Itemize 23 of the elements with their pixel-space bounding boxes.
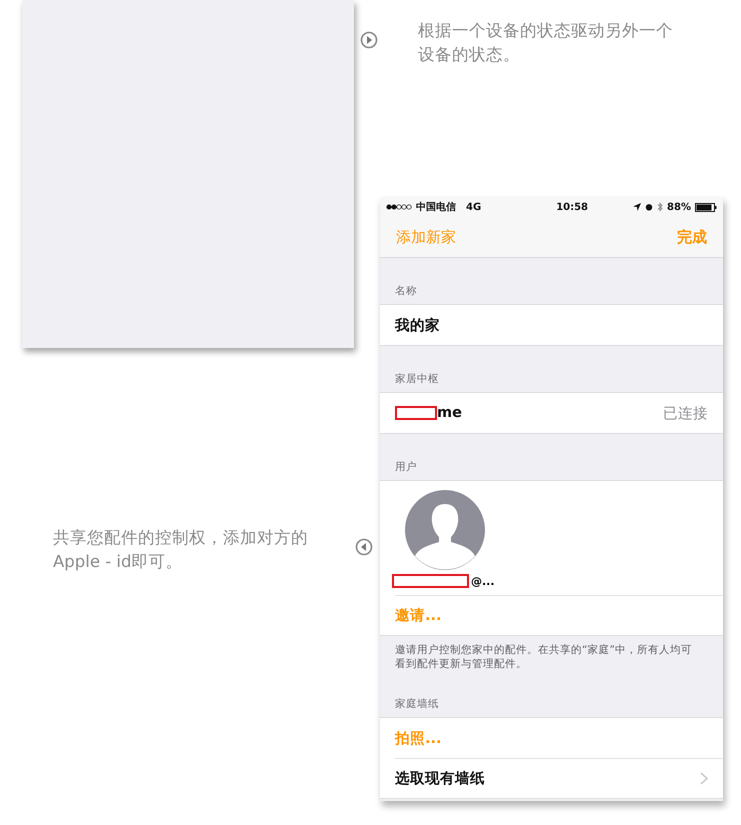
hub-name: me bbox=[437, 405, 462, 421]
battery-percent: 88% bbox=[667, 202, 691, 212]
section-header: 名称 bbox=[394, 284, 418, 299]
caption-text: 根据一个设备的状态驱动另外一个设备的状态。 bbox=[418, 20, 674, 66]
chevron-icon bbox=[700, 772, 708, 785]
section-header: 家庭墙纸 bbox=[394, 697, 440, 712]
avatar-icon bbox=[405, 490, 485, 570]
network: 4G bbox=[466, 202, 482, 212]
caption-text: 共享您配件的控制权，添加对方的Apple - id即可。 bbox=[53, 527, 309, 573]
section-footer: 邀请用户控制您家中的配件。在共享的“家庭”中，所有人均可看到配件更新与管理配件。 bbox=[380, 636, 723, 671]
battery-icon bbox=[694, 202, 717, 212]
nav-title-button[interactable]: 添加新家 bbox=[396, 228, 456, 246]
section-header: 家居中枢 bbox=[394, 372, 440, 387]
carrier: 中国电信 bbox=[416, 200, 456, 214]
home-name: 我的家 bbox=[395, 316, 440, 334]
done-button[interactable]: 完成 bbox=[677, 228, 707, 246]
clock: 10:58 bbox=[556, 202, 588, 212]
user-email: @... bbox=[471, 574, 495, 588]
signal-icon bbox=[386, 204, 412, 210]
location-icon bbox=[633, 203, 642, 211]
section-header: 用户 bbox=[394, 460, 418, 475]
bluetooth-icon bbox=[657, 202, 664, 212]
hub-status: 已连接 bbox=[663, 404, 708, 422]
